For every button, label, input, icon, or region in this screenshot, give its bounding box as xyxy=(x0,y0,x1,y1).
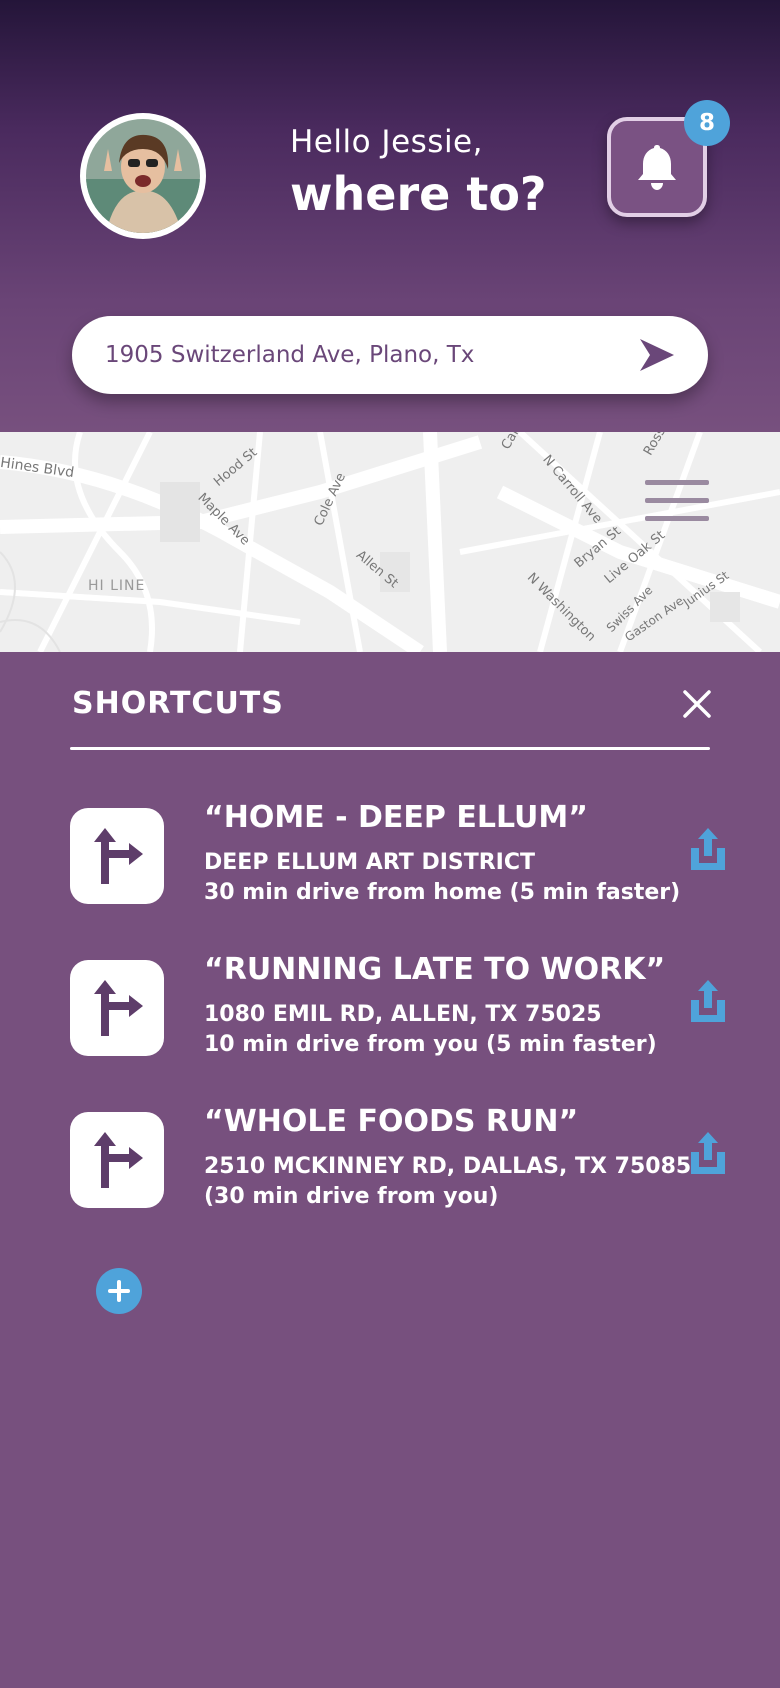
share-icon[interactable] xyxy=(688,826,728,872)
share-icon[interactable] xyxy=(688,1130,728,1176)
shortcut-drive-time: 30 min drive from home (5 min faster) xyxy=(204,880,681,905)
map[interactable]: Hines Blvd Hood St Maple Ave Cole Ave HI… xyxy=(0,432,780,652)
plus-icon xyxy=(108,1280,130,1302)
directions-icon xyxy=(70,960,164,1056)
close-icon[interactable] xyxy=(681,688,713,720)
shortcut-address: DEEP ELLUM ART DISTRICT xyxy=(204,850,536,875)
shortcuts-title: SHORTCUTS xyxy=(72,686,284,721)
bell-icon xyxy=(638,145,676,190)
add-shortcut-button[interactable] xyxy=(96,1268,142,1314)
shortcut-title: “RUNNING LATE TO WORK” xyxy=(204,952,666,987)
shortcut-drive-time: 10 min drive from you (5 min faster) xyxy=(204,1032,657,1057)
directions-icon xyxy=(70,808,164,904)
shortcut-item[interactable]: “WHOLE FOODS RUN” 2510 MCKINNEY RD, DALL… xyxy=(0,1104,780,1222)
shortcut-title: “HOME - DEEP ELLUM” xyxy=(204,800,588,835)
greeting: Hello Jessie, xyxy=(290,124,483,160)
avatar[interactable] xyxy=(80,113,206,239)
shortcut-address: 1080 EMIL RD, ALLEN, TX 75025 xyxy=(204,1002,602,1027)
send-icon[interactable] xyxy=(638,337,676,373)
directions-icon xyxy=(70,1112,164,1208)
shortcut-item[interactable]: “HOME - DEEP ELLUM” DEEP ELLUM ART DISTR… xyxy=(0,800,780,918)
shortcut-item[interactable]: “RUNNING LATE TO WORK” 1080 EMIL RD, ALL… xyxy=(0,952,780,1070)
headline: where to? xyxy=(290,167,547,221)
menu-icon[interactable] xyxy=(645,478,709,524)
notification-badge: 8 xyxy=(684,100,730,146)
shortcuts-divider xyxy=(70,747,710,750)
search-input[interactable] xyxy=(105,316,625,394)
street-label: HI LINE xyxy=(88,578,146,594)
shortcut-address: 2510 MCKINNEY RD, DALLAS, TX 75085 xyxy=(204,1154,692,1179)
search-bar xyxy=(72,316,708,394)
shortcut-title: “WHOLE FOODS RUN” xyxy=(204,1104,579,1139)
shortcut-drive-time: (30 min drive from you) xyxy=(204,1184,499,1209)
avatar-photo xyxy=(86,119,200,233)
share-icon[interactable] xyxy=(688,978,728,1024)
